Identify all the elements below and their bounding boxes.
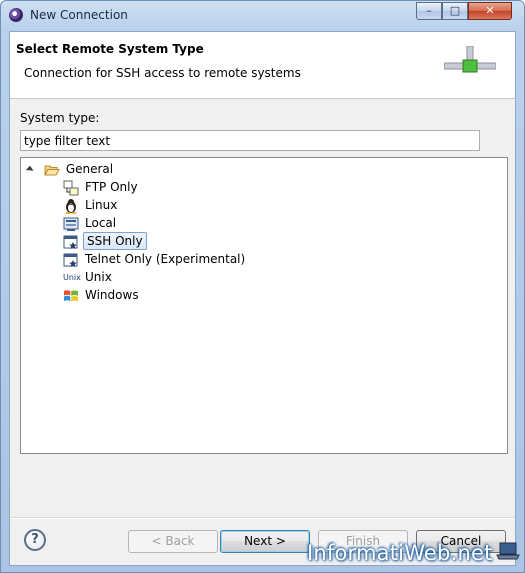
system-type-filter-input[interactable] [20,130,480,151]
tree-item-label: Windows [85,288,139,302]
local-computer-icon [63,217,79,231]
windows-flag-icon [64,289,78,301]
unix-icon: Unix [63,272,81,282]
wizard-header: Select Remote System Type Connection for… [10,32,515,99]
tree-item-label: Local [85,216,117,230]
tree-item-label: Unix [85,270,112,284]
close-button[interactable]: ✕ [468,2,512,20]
tree-item-unix[interactable]: Unix Unix [63,268,114,286]
tree-item-local[interactable]: Local [63,214,118,232]
dialog-client-area: Select Remote System Type Connection for… [9,31,516,566]
tree-item-windows[interactable]: Windows [63,286,141,304]
watermark: InformatiWeb.net [307,541,493,565]
folder-open-icon [43,165,60,175]
minimize-button[interactable]: – [416,2,442,20]
ssh-terminal-icon [63,235,78,249]
tree-item-linux[interactable]: Linux [63,196,119,214]
tree-item-ssh-only[interactable]: SSH Only [63,232,147,250]
system-type-tree[interactable]: General FTP Only Linux Local SSH Only Te… [20,157,508,454]
next-button[interactable]: Next > [220,530,310,553]
tree-item-telnet-only[interactable]: Telnet Only (Experimental) [63,250,247,268]
new-connection-window: New Connection – □ ✕ Select Remote Syste… [0,0,525,573]
tree-group-label: General [65,162,114,176]
window-title: New Connection [30,8,128,22]
tree-item-label: FTP Only [85,180,138,194]
system-type-label: System type: [20,111,100,125]
tree-item-label: SSH Only [83,232,147,250]
network-connection-icon [444,46,496,73]
help-button[interactable]: ? [24,529,46,551]
telnet-terminal-icon [63,253,78,267]
page-description: Connection for SSH access to remote syst… [24,66,301,80]
ftp-icon [63,180,79,195]
expand-collapse-icon[interactable] [25,165,35,175]
linux-penguin-icon [65,198,77,214]
tree-item-label: Linux [85,198,118,212]
button-bar-separator [10,517,515,519]
tree-group-general[interactable]: General [25,160,115,178]
tree-item-label: Telnet Only (Experimental) [85,252,246,266]
eclipse-app-icon [9,8,23,22]
maximize-button[interactable]: □ [442,2,468,20]
back-button[interactable]: < Back [128,530,218,553]
tree-item-ftp-only[interactable]: FTP Only [63,178,140,196]
title-bar[interactable]: New Connection – □ ✕ [1,1,524,30]
page-title: Select Remote System Type [16,42,204,56]
laptop-watermark-icon [496,542,520,560]
